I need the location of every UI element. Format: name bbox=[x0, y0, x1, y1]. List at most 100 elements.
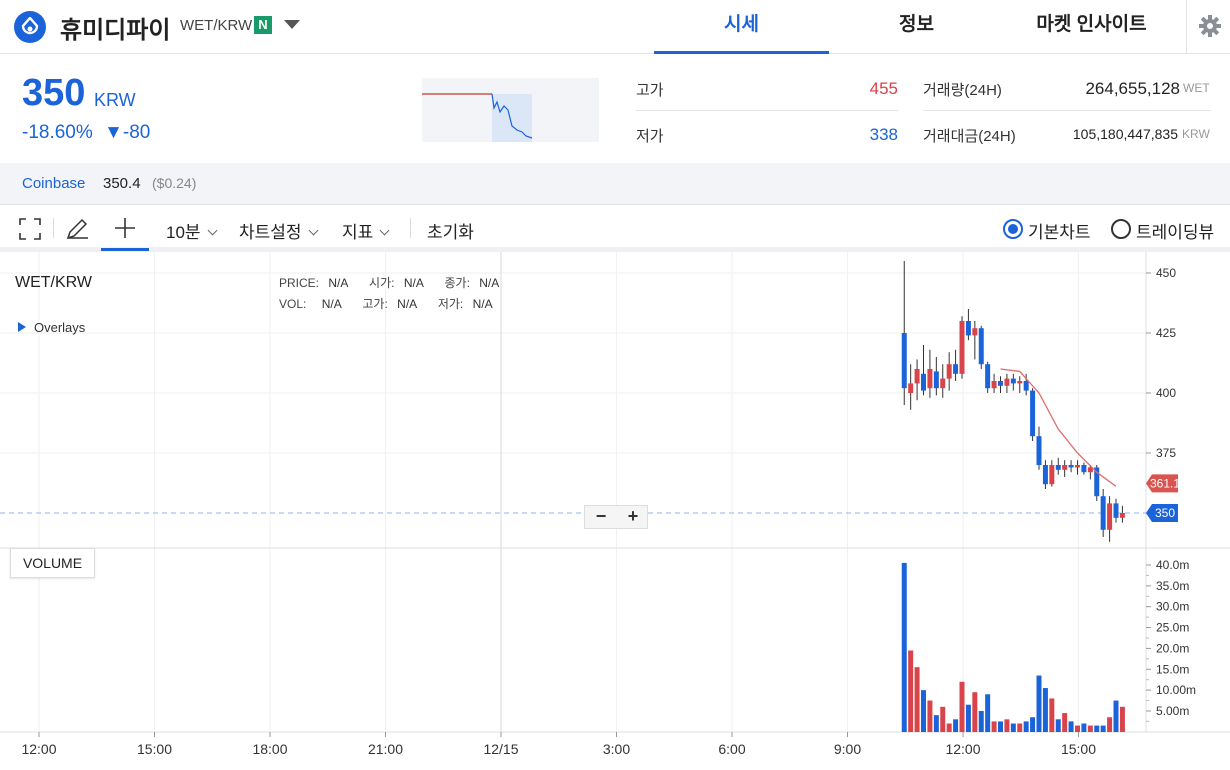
crosshair-icon bbox=[115, 218, 135, 238]
volume-tick-label: 30.0m bbox=[1156, 600, 1189, 614]
chart-settings-label: 차트설정 bbox=[239, 223, 302, 242]
volume-bar bbox=[1100, 725, 1106, 732]
settings-button[interactable] bbox=[1186, 0, 1230, 54]
volume-bar bbox=[1036, 675, 1042, 732]
draw-button[interactable] bbox=[60, 206, 96, 248]
volume-tick-label: 10.00m bbox=[1156, 683, 1196, 697]
amount-24h-value: 105,180,447,835 bbox=[1072, 126, 1178, 142]
volume-bar bbox=[1023, 721, 1029, 732]
low-value: 338 bbox=[869, 125, 898, 144]
info-row-volume: VOL: N/A 고가: N/A 저가: N/A bbox=[279, 295, 493, 312]
candle-body bbox=[1075, 465, 1080, 468]
triangle-right-icon bbox=[18, 322, 26, 332]
zoom-out-button[interactable]: − bbox=[585, 506, 617, 528]
volume-bar bbox=[1087, 725, 1093, 732]
price-chart[interactable]: 450 425 400 375 40.0m 35.0m 30.0m 25.0m 20.0m 15.… bbox=[0, 252, 1230, 770]
candle-body bbox=[1100, 496, 1106, 530]
interval-select[interactable]: 10분 bbox=[166, 218, 218, 243]
divider bbox=[923, 110, 1211, 111]
change-absolute: ▼-80 bbox=[104, 122, 151, 143]
candle-body bbox=[1113, 503, 1119, 518]
volume-bar bbox=[1042, 688, 1048, 732]
candle-body bbox=[1023, 381, 1029, 391]
volume-bar bbox=[959, 681, 965, 732]
exchange-price: 350.4 bbox=[103, 175, 141, 192]
info-key: 시가: bbox=[369, 276, 395, 290]
amount-24h-unit: KRW bbox=[1182, 127, 1210, 141]
chart-settings-select[interactable]: 차트설정 bbox=[239, 218, 319, 243]
reset-button[interactable]: 초기화 bbox=[427, 218, 474, 243]
current-price-tag: 350 bbox=[1155, 506, 1175, 520]
info-value: N/A bbox=[479, 276, 500, 290]
time-tick-label: 18:00 bbox=[252, 741, 287, 757]
volume-bar bbox=[972, 692, 978, 732]
time-tick-label: 12/15 bbox=[483, 741, 518, 757]
candle-body bbox=[1042, 465, 1048, 485]
time-tick-label: 15:00 bbox=[1061, 741, 1096, 757]
fullscreen-icon bbox=[19, 218, 41, 240]
candle-body bbox=[1017, 381, 1023, 384]
volume-tick-label: 40.0m bbox=[1156, 558, 1189, 572]
time-tick-label: 21:00 bbox=[368, 741, 403, 757]
volume-bar bbox=[1062, 713, 1068, 732]
tab-info[interactable]: 정보 bbox=[829, 0, 1004, 54]
volume-bar bbox=[1081, 723, 1087, 732]
candle-body bbox=[1068, 465, 1074, 468]
toolbar-divider bbox=[53, 218, 54, 238]
candle-body bbox=[933, 371, 939, 389]
zoom-control: − + bbox=[584, 505, 648, 529]
time-tick-label: 9:00 bbox=[834, 741, 861, 757]
chart-toolbar: 10분 차트설정 지표 초기화 기본차트 트레이딩뷰 bbox=[0, 206, 1230, 252]
candle-body bbox=[927, 369, 933, 389]
time-tick-label: 12:00 bbox=[21, 741, 56, 757]
radio-basic-chart[interactable] bbox=[1003, 219, 1023, 239]
time-tick-label: 12:00 bbox=[945, 741, 980, 757]
volume-bar bbox=[927, 700, 933, 732]
overlays-toggle[interactable]: Overlays bbox=[18, 320, 85, 335]
coin-logo-icon bbox=[14, 11, 46, 43]
candle-body bbox=[1081, 465, 1087, 473]
candle-body bbox=[1062, 465, 1068, 470]
volume-tick-label: 20.0m bbox=[1156, 641, 1189, 655]
volume-bar bbox=[933, 715, 939, 732]
candle-body bbox=[965, 321, 971, 336]
chevron-down-icon bbox=[379, 225, 390, 236]
volume-bar bbox=[940, 706, 946, 732]
volume-tick-label: 35.0m bbox=[1156, 579, 1189, 593]
price-tick-label: 425 bbox=[1156, 326, 1176, 340]
high-label: 고가 bbox=[636, 82, 664, 99]
volume-bar bbox=[1094, 725, 1100, 732]
indicators-select[interactable]: 지표 bbox=[342, 218, 390, 243]
candle-body bbox=[991, 381, 997, 389]
volume-bar bbox=[946, 723, 952, 732]
new-badge: N bbox=[254, 16, 272, 34]
radio-basic-chart-label[interactable]: 기본차트 bbox=[1028, 218, 1091, 243]
divider bbox=[636, 110, 898, 111]
volume-bar bbox=[1055, 719, 1061, 732]
crosshair-button[interactable] bbox=[101, 206, 149, 251]
radio-tradingview[interactable] bbox=[1111, 219, 1131, 239]
zoom-in-button[interactable]: + bbox=[617, 506, 649, 528]
fullscreen-button[interactable] bbox=[12, 206, 48, 248]
volume-24h-unit: WET bbox=[1183, 81, 1210, 95]
volume-bar bbox=[1017, 723, 1023, 732]
high-value: 455 bbox=[869, 79, 898, 98]
candle-body bbox=[978, 328, 984, 365]
radio-tradingview-label[interactable]: 트레이딩뷰 bbox=[1136, 218, 1214, 243]
tab-market-insight[interactable]: 마켓 인사이트 bbox=[1004, 0, 1179, 54]
info-value: N/A bbox=[403, 276, 424, 290]
low-label: 저가 bbox=[636, 128, 664, 145]
info-value: N/A bbox=[321, 297, 342, 311]
volume-bar bbox=[1113, 700, 1119, 732]
overlays-label: Overlays bbox=[34, 320, 86, 335]
exchange-name[interactable]: Coinbase bbox=[22, 175, 85, 192]
coin-dropdown-icon[interactable] bbox=[284, 20, 300, 29]
volume-bar bbox=[1010, 723, 1016, 732]
info-value: N/A bbox=[397, 297, 417, 311]
volume-tick-label: 5.00m bbox=[1156, 704, 1189, 718]
tab-price[interactable]: 시세 bbox=[654, 0, 829, 54]
toolbar-divider bbox=[410, 218, 411, 238]
volume-bar bbox=[1049, 698, 1055, 732]
candle-body bbox=[908, 383, 914, 393]
candle-body bbox=[914, 369, 920, 384]
